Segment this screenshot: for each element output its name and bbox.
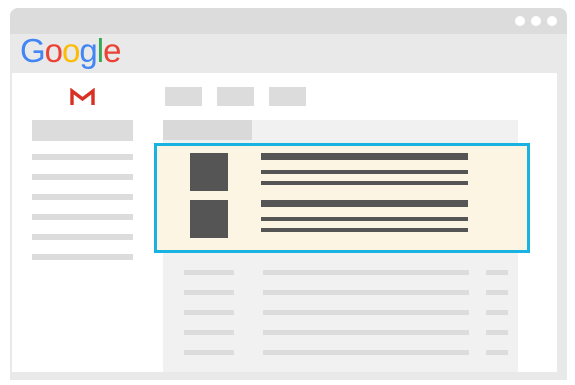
sidebar-item-1[interactable] (32, 154, 133, 160)
email-snippet-line (261, 217, 468, 221)
email-row-subject (263, 290, 469, 295)
email-row-subject (263, 270, 469, 275)
email-snippet-line (261, 170, 468, 174)
logo-letter: o (62, 32, 80, 69)
email-row-sender (184, 310, 234, 315)
logo-letter: g (79, 32, 97, 69)
toolbar-button-3[interactable] (269, 87, 306, 106)
window-controls (515, 16, 557, 26)
email-row-subject (263, 310, 469, 315)
email-thumbnail[interactable] (190, 153, 228, 191)
logo-letter: G (20, 32, 46, 69)
email-row-sender (184, 270, 234, 275)
sidebar-compose-button[interactable] (32, 120, 133, 141)
logo-letter: e (103, 32, 121, 69)
email-row-date (486, 310, 508, 315)
email-subject-line (261, 200, 468, 207)
email-row-sender (184, 330, 234, 335)
email-row-date (486, 270, 508, 275)
email-row-subject (263, 350, 469, 355)
email-row-date (486, 290, 508, 295)
toolbar-button-1[interactable] (165, 87, 202, 106)
window-dot-2[interactable] (531, 16, 541, 26)
sidebar-item-3[interactable] (32, 194, 133, 200)
sidebar-item-2[interactable] (32, 174, 133, 180)
email-row-sender (184, 290, 234, 295)
google-logo[interactable]: Google (20, 31, 121, 71)
toolbar-button-2[interactable] (217, 87, 254, 106)
email-row-date (486, 330, 508, 335)
sidebar-item-5[interactable] (32, 234, 133, 240)
window-dot-3[interactable] (547, 16, 557, 26)
email-row-sender (184, 350, 234, 355)
logo-letter: o (44, 32, 63, 69)
email-snippet-line (261, 181, 468, 185)
email-list-tab[interactable] (163, 120, 252, 140)
email-row-subject (263, 330, 469, 335)
sidebar-item-4[interactable] (32, 214, 133, 220)
gmail-m-icon[interactable] (69, 88, 96, 106)
email-snippet-line (261, 228, 468, 232)
sidebar-item-6[interactable] (32, 254, 133, 260)
email-subject-line (261, 153, 468, 160)
email-row-date (486, 350, 508, 355)
window-dot-1[interactable] (515, 16, 525, 26)
email-thumbnail[interactable] (190, 200, 228, 238)
